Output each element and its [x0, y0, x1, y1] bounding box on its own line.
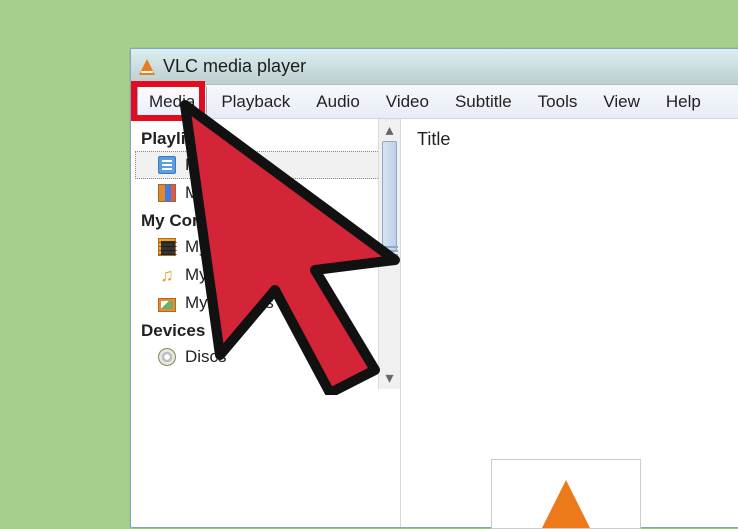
sidebar-item-discs[interactable]: Discs	[135, 343, 396, 371]
sidebar-item-label: Discs	[185, 347, 227, 367]
section-header-my-computer: My Computer	[135, 207, 396, 233]
column-header-title[interactable]: Title	[417, 129, 738, 150]
menubar: Media Playback Audio Video Subtitle Tool…	[131, 85, 738, 119]
scroll-thumb[interactable]	[382, 141, 397, 251]
sidebar-scrollbar[interactable]: ▴ ▾	[378, 119, 400, 389]
sidebar-item-my-videos[interactable]: My Videos	[135, 233, 396, 261]
video-icon	[157, 237, 177, 257]
content-area: Playlist Playlist Media Library My Compu…	[131, 119, 738, 527]
scroll-grip-icon	[381, 244, 398, 258]
disc-icon	[157, 347, 177, 367]
sidebar-item-playlist[interactable]: Playlist	[135, 151, 396, 179]
scroll-down-icon[interactable]: ▾	[379, 367, 400, 389]
titlebar[interactable]: VLC media player	[131, 49, 738, 85]
sidebar-item-label: My Pictures	[185, 293, 274, 313]
app-window: VLC media player Media Playback Audio Vi…	[130, 48, 738, 528]
section-header-devices: Devices	[135, 317, 396, 343]
sidebar-item-my-music[interactable]: ♫ My Music	[135, 261, 396, 289]
menu-help[interactable]: Help	[654, 85, 713, 118]
library-icon	[157, 183, 177, 203]
menu-media[interactable]: Media	[137, 85, 207, 118]
sidebar-item-label: My Videos	[185, 237, 264, 257]
sidebar: Playlist Playlist Media Library My Compu…	[131, 119, 401, 527]
menu-audio[interactable]: Audio	[304, 85, 371, 118]
playlist-icon	[157, 155, 177, 175]
sidebar-item-label: Media Library	[185, 183, 288, 203]
sidebar-item-my-pictures[interactable]: My Pictures	[135, 289, 396, 317]
section-header-playlist: Playlist	[135, 125, 396, 151]
menu-playback[interactable]: Playback	[209, 85, 302, 118]
pictures-icon	[157, 293, 177, 313]
menu-tools[interactable]: Tools	[526, 85, 590, 118]
sidebar-item-media-library[interactable]: Media Library	[135, 179, 396, 207]
vlc-cone-icon	[542, 480, 590, 528]
sidebar-item-label: Playlist	[185, 155, 239, 175]
scroll-up-icon[interactable]: ▴	[379, 119, 400, 141]
menu-view[interactable]: View	[591, 85, 652, 118]
menu-video[interactable]: Video	[374, 85, 441, 118]
sidebar-item-label: My Music	[185, 265, 257, 285]
main-panel: Title	[401, 119, 738, 527]
music-icon: ♫	[157, 265, 177, 285]
window-title: VLC media player	[163, 56, 306, 77]
vlc-cone-icon	[139, 59, 155, 75]
menu-subtitle[interactable]: Subtitle	[443, 85, 524, 118]
media-thumbnail[interactable]	[491, 459, 641, 529]
